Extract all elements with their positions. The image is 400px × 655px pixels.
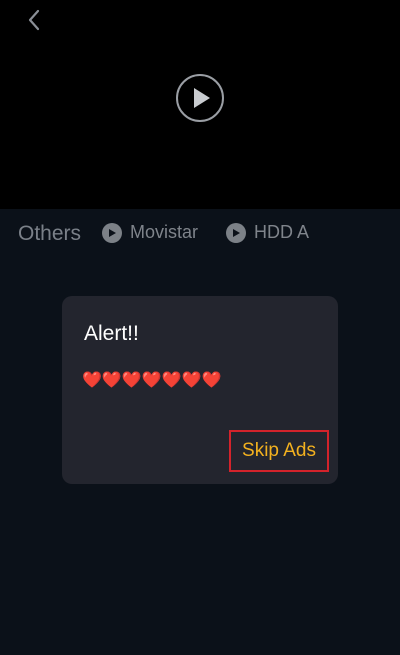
play-icon (226, 222, 246, 243)
alert-dialog: Alert!! ❤️❤️❤️❤️❤️❤️❤️ Skip Ads (62, 296, 338, 484)
video-player[interactable] (0, 0, 400, 209)
play-circle-icon (176, 74, 224, 122)
source-chip-movistar[interactable]: Movistar (102, 222, 198, 243)
source-chip-label: HDD A (254, 222, 310, 242)
source-section-label: Others (18, 222, 82, 245)
play-button[interactable] (175, 73, 225, 123)
source-chip-label: Movistar (130, 222, 199, 242)
play-icon (102, 222, 122, 243)
back-button[interactable] (22, 6, 46, 34)
source-chip-hdd-a[interactable]: HDD A (226, 222, 309, 243)
chevron-left-icon (28, 9, 40, 31)
video-player-screen: Others Movistar HDD A Alert!! ❤️❤️❤️❤️❤️… (0, 0, 400, 655)
dialog-message: ❤️❤️❤️❤️❤️❤️❤️ (82, 370, 222, 389)
dialog-title: Alert!! (84, 322, 139, 345)
skip-ads-button[interactable]: Skip Ads (229, 430, 329, 472)
